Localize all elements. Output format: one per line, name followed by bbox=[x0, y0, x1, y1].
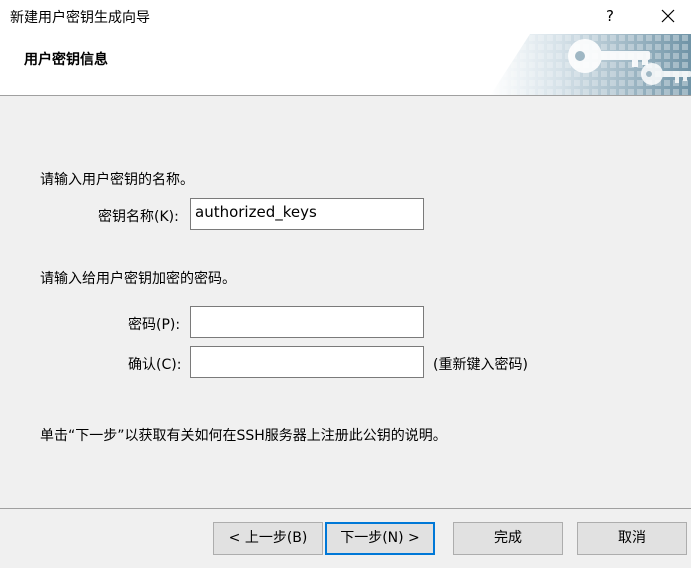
next-button[interactable]: 下一步(N) > bbox=[325, 522, 435, 555]
keys-banner-icon bbox=[490, 34, 691, 95]
wizard-header: 用户密钥信息 bbox=[0, 34, 691, 96]
cancel-button[interactable]: 取消 bbox=[577, 522, 687, 555]
confirm-label: 确认(C): bbox=[128, 357, 182, 373]
close-button[interactable] bbox=[650, 1, 686, 31]
confirm-password-input[interactable] bbox=[190, 346, 424, 378]
password-input[interactable] bbox=[190, 306, 424, 338]
close-icon bbox=[661, 9, 675, 23]
info-text: 单击“下一步”以获取有关如何在SSH服务器上注册此公钥的说明。 bbox=[40, 428, 447, 444]
key-name-label: 密钥名称(K): bbox=[98, 209, 179, 225]
title-bar: 新建用户密钥生成向导 ? bbox=[0, 0, 691, 34]
back-button[interactable]: < 上一步(B) bbox=[213, 522, 323, 555]
page-title: 用户密钥信息 bbox=[24, 52, 108, 68]
key-name-prompt: 请输入用户密钥的名称。 bbox=[40, 172, 194, 188]
finish-button[interactable]: 完成 bbox=[453, 522, 563, 555]
wizard-content bbox=[0, 97, 691, 510]
help-button[interactable]: ? bbox=[595, 1, 625, 31]
window-title: 新建用户密钥生成向导 bbox=[10, 10, 150, 26]
password-prompt: 请输入给用户密钥加密的密码。 bbox=[40, 271, 236, 287]
key-name-input[interactable] bbox=[190, 198, 424, 230]
confirm-hint: (重新键入密码) bbox=[433, 357, 528, 373]
wizard-footer: < 上一步(B) 下一步(N) > 完成 取消 bbox=[0, 509, 691, 568]
password-label: 密码(P): bbox=[128, 317, 181, 333]
